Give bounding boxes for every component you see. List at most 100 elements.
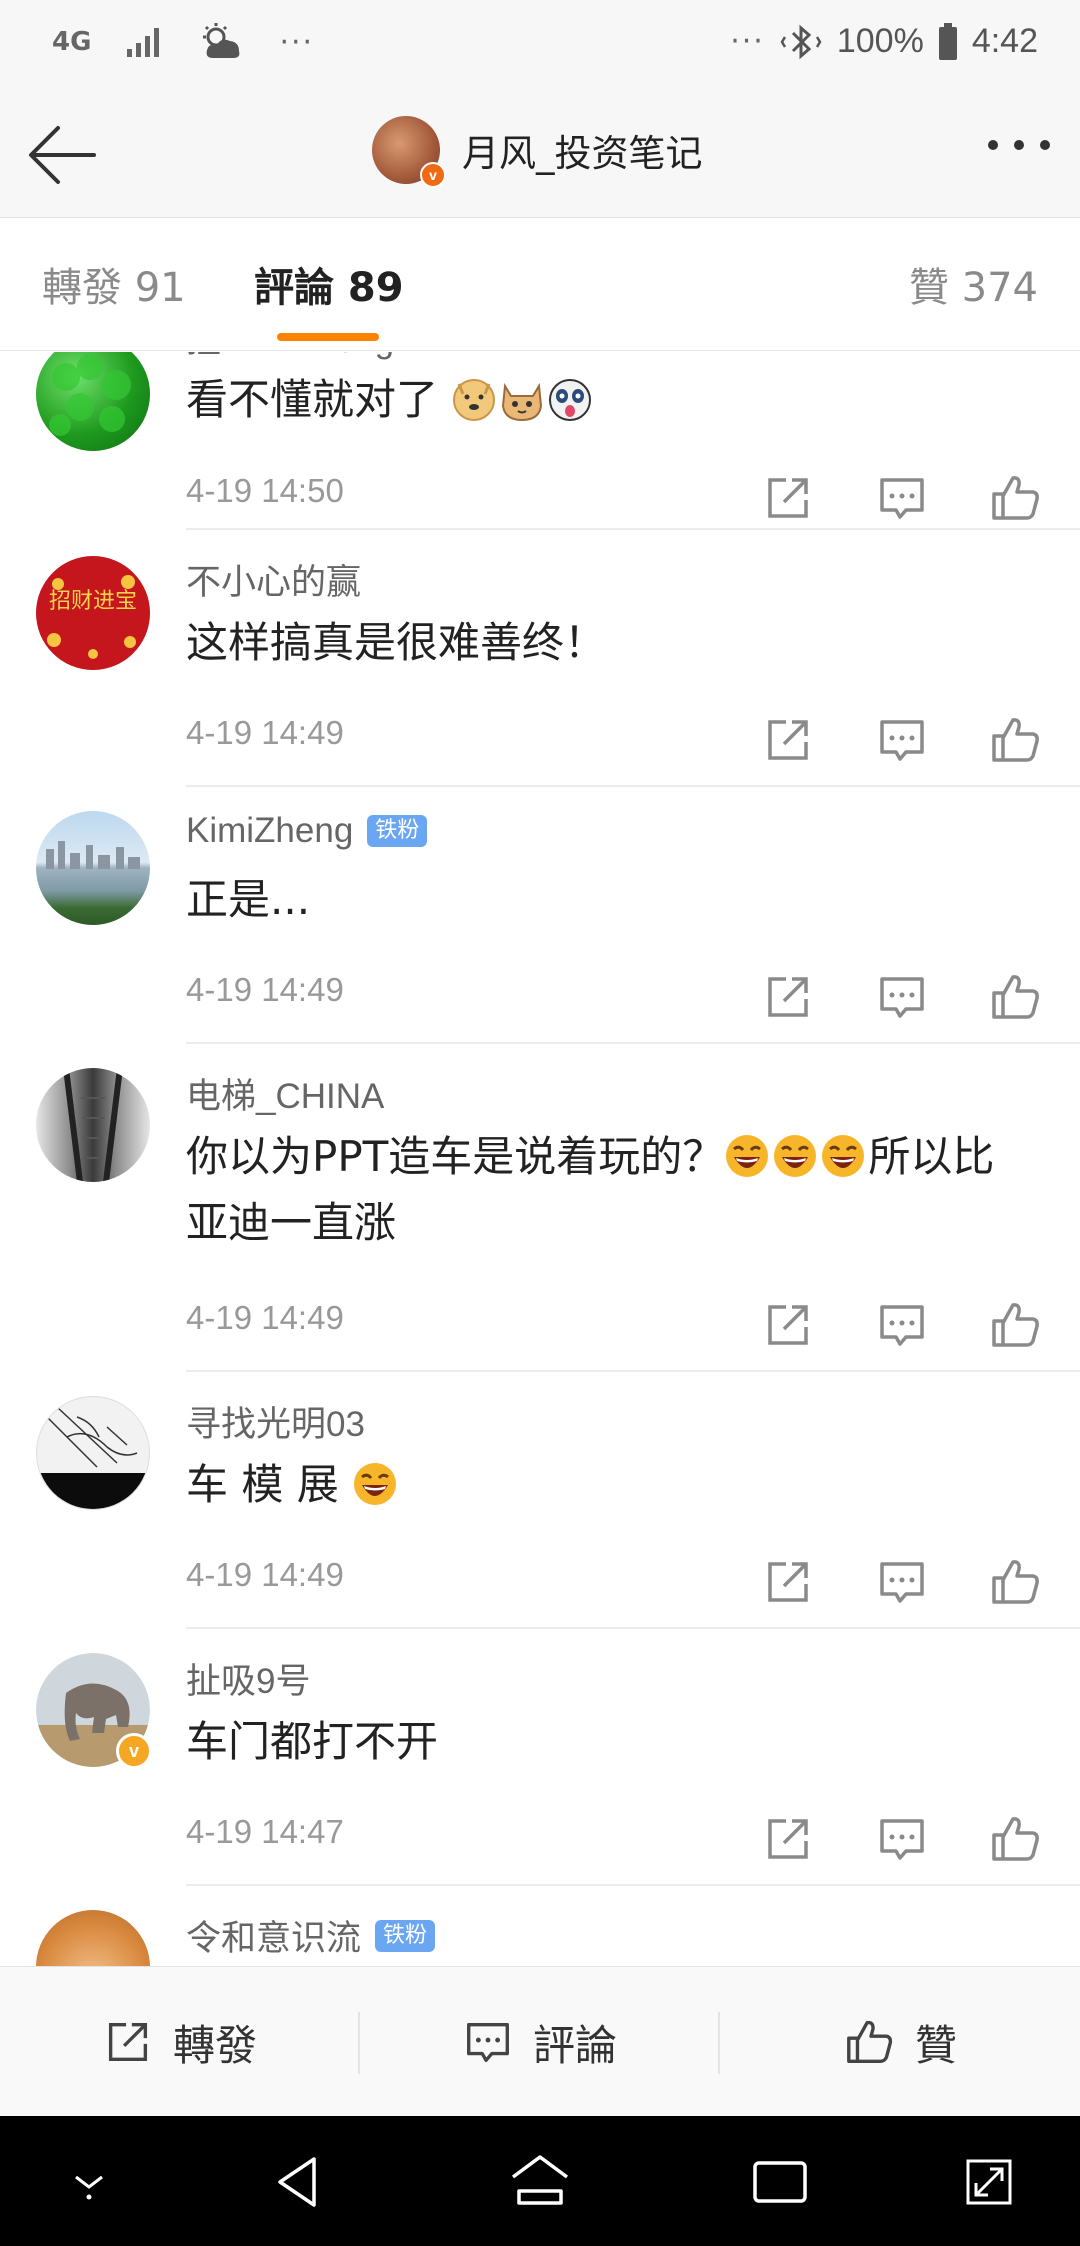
commenter-name[interactable]: 扯吸9号 bbox=[186, 1653, 310, 1704]
comment-item: 招财进宝 不小心的赢 这样搞真是很难善终！ 4-19 14:49 bbox=[0, 530, 1080, 787]
fan-badge: 铁粉 bbox=[367, 815, 428, 847]
verified-badge-icon: v bbox=[420, 162, 446, 188]
more-options-button[interactable] bbox=[988, 140, 1050, 150]
commenter-name-text[interactable]: 寻找光明03 bbox=[186, 1396, 365, 1447]
commenter-name-text[interactable]: KimiZheng bbox=[186, 811, 353, 851]
system-nav-bar bbox=[0, 2116, 1080, 2246]
comment-list[interactable]: 扭 Kimizheng 看不懂就对了 4-19 14:50 bbox=[0, 352, 1080, 1966]
clover-avatar[interactable] bbox=[36, 352, 150, 451]
comment-icon bbox=[880, 478, 924, 519]
comment-time: 4-19 14:49 bbox=[186, 971, 344, 1008]
back-button[interactable] bbox=[24, 120, 104, 190]
laughing-emoji-icon bbox=[354, 1463, 397, 1505]
repost-button[interactable] bbox=[760, 470, 816, 526]
hide-keyboard-button[interactable] bbox=[54, 2151, 124, 2213]
nav-home-button[interactable] bbox=[505, 2151, 575, 2213]
repost-label[interactable]: 轉發 bbox=[173, 2012, 257, 2073]
skyline-avatar[interactable] bbox=[36, 811, 150, 925]
repost-button[interactable] bbox=[760, 712, 816, 768]
repost-button[interactable] bbox=[760, 1297, 816, 1353]
comment-actions bbox=[760, 712, 1060, 768]
avatar-text: 招财进宝 bbox=[49, 589, 137, 614]
comment-text-content: 亚迪一直涨 bbox=[186, 1198, 397, 1247]
escalator-avatar[interactable] bbox=[36, 1068, 150, 1182]
nav-back-button[interactable] bbox=[266, 2151, 336, 2213]
tab-likes[interactable]: 贊 374 bbox=[909, 255, 1038, 313]
elephant-avatar[interactable]: v bbox=[36, 1653, 152, 1769]
commenter-name-text[interactable]: 扯吸9号 bbox=[186, 1653, 310, 1704]
repost-icon bbox=[768, 720, 808, 760]
repost-button[interactable] bbox=[760, 1811, 816, 1867]
fan-badge: 铁粉 bbox=[375, 1919, 436, 1952]
tab-comments[interactable]: 評論 89 bbox=[254, 255, 404, 313]
reply-button[interactable] bbox=[874, 1297, 930, 1353]
commenter-name[interactable]: 寻找光明03 bbox=[186, 1396, 365, 1447]
commenter-name[interactable]: KimiZheng 铁粉 bbox=[186, 811, 428, 851]
commenter-name[interactable]: 电梯_CHINA bbox=[186, 1068, 384, 1119]
reply-button[interactable] bbox=[874, 969, 930, 1025]
like-button[interactable] bbox=[988, 1554, 1044, 1610]
active-tab-indicator bbox=[277, 333, 379, 341]
reply-button[interactable] bbox=[874, 470, 930, 526]
network-type-icon: 4G bbox=[52, 27, 92, 57]
commenter-name-text[interactable]: 扭 Kimizheng bbox=[186, 352, 394, 363]
comment-bottom-button[interactable]: 評論 bbox=[360, 1967, 718, 2117]
triangle-back-icon bbox=[278, 2157, 316, 2207]
blog-author[interactable]: v 月风_投资笔记 bbox=[372, 116, 703, 188]
nav-recents-button[interactable] bbox=[745, 2151, 815, 2213]
like-button[interactable] bbox=[988, 712, 1044, 768]
comment-icon bbox=[880, 1305, 924, 1346]
cat-avatar[interactable] bbox=[36, 1910, 150, 1966]
like-button[interactable] bbox=[988, 1811, 1044, 1867]
dot-icon bbox=[1040, 140, 1050, 150]
repost-bottom-button[interactable]: 轉發 bbox=[0, 1967, 358, 2117]
repost-icon bbox=[768, 1562, 808, 1602]
more-notifications-icon: ··· bbox=[279, 24, 315, 60]
commenter-name-text[interactable]: 不小心的赢 bbox=[186, 554, 361, 605]
reply-button[interactable] bbox=[874, 1811, 930, 1867]
comment-text-content: 所以比 bbox=[868, 1132, 995, 1181]
thumbs-up-icon bbox=[992, 1817, 1039, 1861]
comment-time: 4-19 14:47 bbox=[186, 1813, 344, 1850]
sketch-avatar[interactable] bbox=[36, 1396, 150, 1510]
recents-icon bbox=[753, 2161, 807, 2203]
author-avatar[interactable]: v bbox=[372, 116, 446, 188]
like-button[interactable] bbox=[988, 969, 1044, 1025]
commenter-name[interactable]: 扭 Kimizheng bbox=[186, 352, 394, 363]
nav-fullscreen-button[interactable] bbox=[954, 2151, 1024, 2213]
comment-icon bbox=[880, 1562, 924, 1603]
like-label[interactable]: 贊 bbox=[915, 2012, 957, 2073]
like-button[interactable] bbox=[988, 470, 1044, 526]
repost-button[interactable] bbox=[760, 1554, 816, 1610]
comment-item: 电梯_CHINA 你以为PPT造车是说着玩的？ 所以比 亚迪一直涨 4-19 1… bbox=[0, 1044, 1080, 1372]
like-button[interactable] bbox=[988, 1297, 1044, 1353]
comment-item: v 扯吸9号 车门都打不开 4-19 14:47 bbox=[0, 1629, 1080, 1886]
thumbs-up-icon bbox=[992, 476, 1039, 520]
bottom-action-bar: 轉發 評論 贊 bbox=[0, 1966, 1080, 2116]
chevron-down-dot-icon bbox=[75, 2175, 103, 2200]
tab-bar: 轉發 91 評論 89 贊 374 bbox=[0, 219, 1080, 351]
battery-icon bbox=[938, 22, 957, 60]
commenter-name[interactable]: 令和意识流 铁粉 bbox=[186, 1910, 436, 1961]
back-arrow-icon bbox=[29, 126, 96, 184]
repost-button[interactable] bbox=[760, 969, 816, 1025]
commenter-name-text[interactable]: 令和意识流 bbox=[186, 1910, 361, 1961]
clover-pattern-icon bbox=[49, 354, 131, 436]
comment-icon bbox=[467, 2022, 509, 2063]
comment-text: 车 模 展 bbox=[186, 1452, 1046, 1518]
coins-pattern-icon: 招财进宝 bbox=[47, 575, 137, 659]
like-bottom-button[interactable]: 贊 bbox=[720, 1967, 1080, 2117]
reply-button[interactable] bbox=[874, 1554, 930, 1610]
commenter-name-text[interactable]: 电梯_CHINA bbox=[186, 1068, 384, 1119]
reply-button[interactable] bbox=[874, 712, 930, 768]
comment-label[interactable]: 評論 bbox=[533, 2012, 617, 2073]
bluetooth-vibrate-icon bbox=[780, 24, 822, 59]
tab-reposts[interactable]: 轉發 91 bbox=[42, 255, 186, 313]
page-title[interactable]: 月风_投资笔记 bbox=[462, 123, 703, 177]
commenter-name[interactable]: 不小心的赢 bbox=[186, 554, 361, 605]
fortune-avatar[interactable]: 招财进宝 bbox=[36, 556, 150, 670]
repost-icon bbox=[768, 478, 808, 518]
comment-actions bbox=[760, 470, 1060, 526]
thumbs-up-icon bbox=[847, 2020, 893, 2063]
comment-item: 扭 Kimizheng 看不懂就对了 4-19 14:50 bbox=[0, 352, 1080, 530]
